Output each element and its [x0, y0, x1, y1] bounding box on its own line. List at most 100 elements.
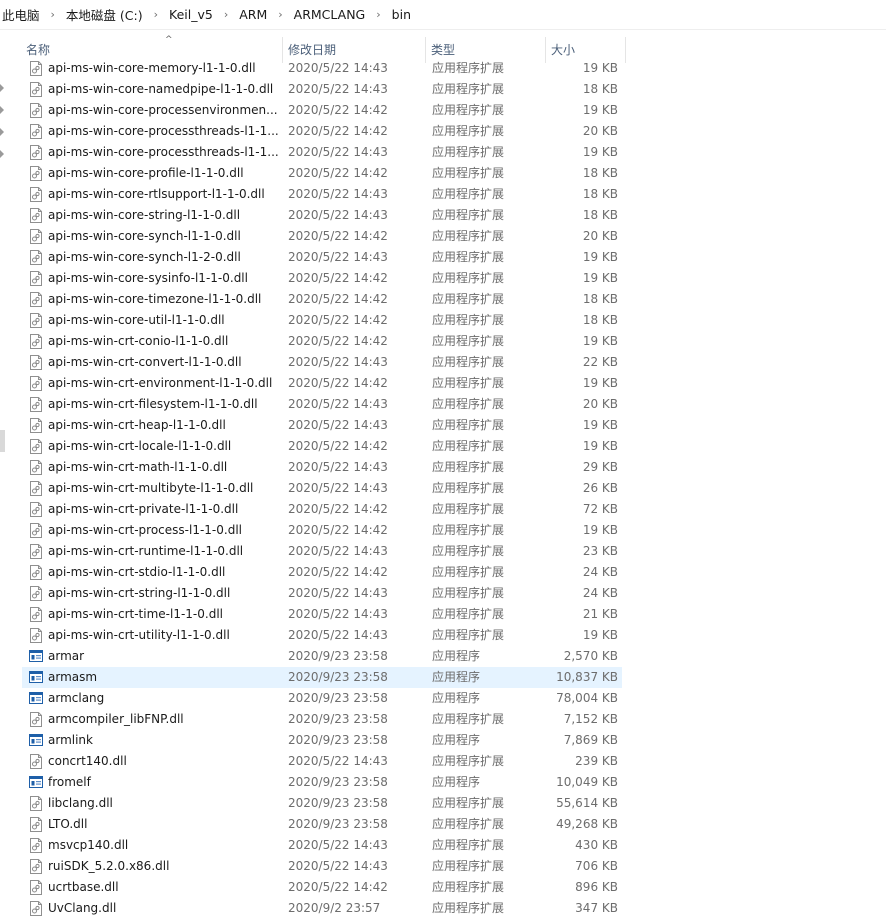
file-row[interactable]: armar 2020/9/23 23:58 应用程序 2,570 KB: [0, 646, 886, 667]
breadcrumb-item[interactable]: ARM: [237, 7, 269, 22]
breadcrumb-separator[interactable]: ›: [367, 8, 389, 21]
file-size: 19 KB: [582, 376, 618, 390]
file-row[interactable]: api-ms-win-crt-locale-l1-1-0.dll 2020/5/2…: [0, 436, 886, 457]
file-date: 2020/5/22 14:42: [288, 376, 388, 390]
file-row[interactable]: api-ms-win-core-namedpipe-l1-1-0.dll 2020…: [0, 79, 886, 100]
file-size: 19 KB: [582, 103, 618, 117]
file-row[interactable]: armclang 2020/9/23 23:58 应用程序 78,004 KB: [0, 688, 886, 709]
file-type: 应用程序: [432, 733, 481, 747]
file-size: 2,570 KB: [563, 649, 618, 663]
file-type: 应用程序: [432, 775, 481, 789]
file-row[interactable]: msvcp140.dll 2020/5/22 14:43 应用程序扩展 430 KB: [0, 835, 886, 856]
file-date: 2020/5/22 14:42: [288, 313, 388, 327]
file-row[interactable]: api-ms-win-core-processenvironmen... 2020…: [0, 100, 886, 121]
file-row[interactable]: api-ms-win-core-synch-l1-1-0.dll 2020/5/2…: [0, 226, 886, 247]
file-row[interactable]: api-ms-win-crt-process-l1-1-0.dll 2020/5/…: [0, 520, 886, 541]
file-date: 2020/9/23 23:58: [288, 733, 388, 747]
file-date: 2020/5/22 14:42: [288, 124, 388, 138]
dll-file-icon: [29, 250, 43, 265]
file-row[interactable]: LTO.dll 2020/9/23 23:58 应用程序扩展 49,268 KB: [0, 814, 886, 835]
file-size: 26 KB: [582, 481, 618, 495]
file-row[interactable]: api-ms-win-core-sysinfo-l1-1-0.dll 2020/5…: [0, 268, 886, 289]
file-row[interactable]: armasm 2020/9/23 23:58 应用程序 10,837 KB: [0, 667, 886, 688]
file-size: 10,049 KB: [556, 775, 618, 789]
file-row[interactable]: api-ms-win-core-string-l1-1-0.dll 2020/5/…: [0, 205, 886, 226]
file-date: 2020/5/22 14:43: [288, 754, 388, 768]
file-type: 应用程序扩展: [432, 901, 505, 915]
file-size: 20 KB: [582, 229, 618, 243]
file-row[interactable]: libclang.dll 2020/9/23 23:58 应用程序扩展 55,614 …: [0, 793, 886, 814]
file-row[interactable]: api-ms-win-crt-environment-l1-1-0.dll 202…: [0, 373, 886, 394]
file-size: 239 KB: [575, 754, 618, 768]
exe-file-icon: [29, 775, 43, 790]
file-type: 应用程序: [432, 691, 481, 705]
file-row[interactable]: api-ms-win-core-util-l1-1-0.dll 2020/5/22…: [0, 310, 886, 331]
column-header-size-label: 大小: [551, 43, 576, 57]
breadcrumb-item[interactable]: bin: [390, 7, 413, 22]
file-row[interactable]: api-ms-win-crt-time-l1-1-0.dll 2020/5/22 …: [0, 604, 886, 625]
breadcrumb-item[interactable]: Keil_v5: [167, 7, 215, 22]
file-row[interactable]: ucrtbase.dll 2020/5/22 14:42 应用程序扩展 896 KB: [0, 877, 886, 898]
file-type: 应用程序扩展: [432, 565, 505, 579]
file-row[interactable]: fromelf 2020/9/23 23:58 应用程序 10,049 KB: [0, 772, 886, 793]
dll-file-icon: [29, 82, 43, 97]
dll-file-icon: [29, 481, 43, 496]
file-row[interactable]: api-ms-win-crt-heap-l1-1-0.dll 2020/5/22 …: [0, 415, 886, 436]
breadcrumb-separator[interactable]: ›: [215, 8, 237, 21]
breadcrumb-item[interactable]: ARMCLANG: [292, 7, 368, 22]
file-row[interactable]: api-ms-win-core-processthreads-l1-1... 20…: [0, 142, 886, 163]
breadcrumb-separator[interactable]: ›: [42, 8, 64, 21]
file-row[interactable]: concrt140.dll 2020/5/22 14:43 应用程序扩展 239 KB: [0, 751, 886, 772]
file-row[interactable]: api-ms-win-core-rtlsupport-l1-1-0.dll 202…: [0, 184, 886, 205]
file-name: api-ms-win-core-synch-l1-1-0.dll: [48, 229, 241, 243]
file-row[interactable]: api-ms-win-crt-math-l1-1-0.dll 2020/5/22 …: [0, 457, 886, 478]
file-row[interactable]: api-ms-win-core-synch-l1-2-0.dll 2020/5/2…: [0, 247, 886, 268]
file-date: 2020/5/22 14:43: [288, 859, 388, 873]
file-date: 2020/5/22 14:42: [288, 439, 388, 453]
file-date: 2020/5/22 14:43: [288, 481, 388, 495]
file-type: 应用程序扩展: [432, 145, 505, 159]
exe-file-icon: [29, 691, 43, 706]
file-row[interactable]: api-ms-win-crt-runtime-l1-1-0.dll 2020/5/…: [0, 541, 886, 562]
breadcrumb-separator[interactable]: ›: [145, 8, 167, 21]
file-row[interactable]: UvClang.dll 2020/9/2 23:57 应用程序扩展 347 KB: [0, 898, 886, 919]
file-row[interactable]: api-ms-win-crt-stdio-l1-1-0.dll 2020/5/22…: [0, 562, 886, 583]
file-name: api-ms-win-crt-heap-l1-1-0.dll: [48, 418, 226, 432]
file-name: api-ms-win-crt-utility-l1-1-0.dll: [48, 628, 230, 642]
breadcrumb-item[interactable]: 此电脑: [0, 5, 42, 24]
breadcrumb-item[interactable]: 本地磁盘 (C:): [64, 5, 145, 24]
dll-file-icon: [29, 271, 43, 286]
file-size: 7,869 KB: [563, 733, 618, 747]
file-row[interactable]: api-ms-win-core-timezone-l1-1-0.dll 2020/…: [0, 289, 886, 310]
file-row[interactable]: api-ms-win-crt-convert-l1-1-0.dll 2020/5/…: [0, 352, 886, 373]
file-row[interactable]: api-ms-win-core-profile-l1-1-0.dll 2020/5…: [0, 163, 886, 184]
file-date: 2020/9/23 23:58: [288, 691, 388, 705]
file-row[interactable]: armlink 2020/9/23 23:58 应用程序 7,869 KB: [0, 730, 886, 751]
file-row[interactable]: api-ms-win-core-processthreads-l1-1... 20…: [0, 121, 886, 142]
file-type: 应用程序扩展: [432, 208, 505, 222]
dll-file-icon: [29, 334, 43, 349]
file-row[interactable]: api-ms-win-crt-private-l1-1-0.dll 2020/5/…: [0, 499, 886, 520]
dll-file-icon: [29, 397, 43, 412]
file-row[interactable]: api-ms-win-crt-utility-l1-1-0.dll 2020/5/…: [0, 625, 886, 646]
exe-file-icon: [29, 649, 43, 664]
file-date: 2020/5/22 14:43: [288, 460, 388, 474]
file-name: UvClang.dll: [48, 901, 117, 915]
file-row[interactable]: api-ms-win-crt-filesystem-l1-1-0.dll 2020…: [0, 394, 886, 415]
breadcrumb-separator[interactable]: ›: [269, 8, 291, 21]
file-row[interactable]: api-ms-win-crt-conio-l1-1-0.dll 2020/5/22…: [0, 331, 886, 352]
file-row[interactable]: api-ms-win-crt-string-l1-1-0.dll 2020/5/2…: [0, 583, 886, 604]
file-row[interactable]: ruiSDK_5.2.0.x86.dll 2020/5/22 14:43 应用程序扩…: [0, 856, 886, 877]
file-name: api-ms-win-core-string-l1-1-0.dll: [48, 208, 241, 222]
file-type: 应用程序扩展: [432, 544, 505, 558]
dll-file-icon: [29, 901, 43, 916]
dll-file-icon: [29, 607, 43, 622]
file-row[interactable]: api-ms-win-core-memory-l1-1-0.dll 2020/5/…: [0, 58, 886, 79]
dll-file-icon: [29, 754, 43, 769]
file-name: libclang.dll: [48, 796, 113, 810]
file-size: 55,614 KB: [556, 796, 618, 810]
file-row[interactable]: armcompiler_libFNP.dll 2020/9/23 23:58 应用程…: [0, 709, 886, 730]
file-name: api-ms-win-crt-string-l1-1-0.dll: [48, 586, 231, 600]
file-size: 18 KB: [582, 166, 618, 180]
file-row[interactable]: api-ms-win-crt-multibyte-l1-1-0.dll 2020/…: [0, 478, 886, 499]
